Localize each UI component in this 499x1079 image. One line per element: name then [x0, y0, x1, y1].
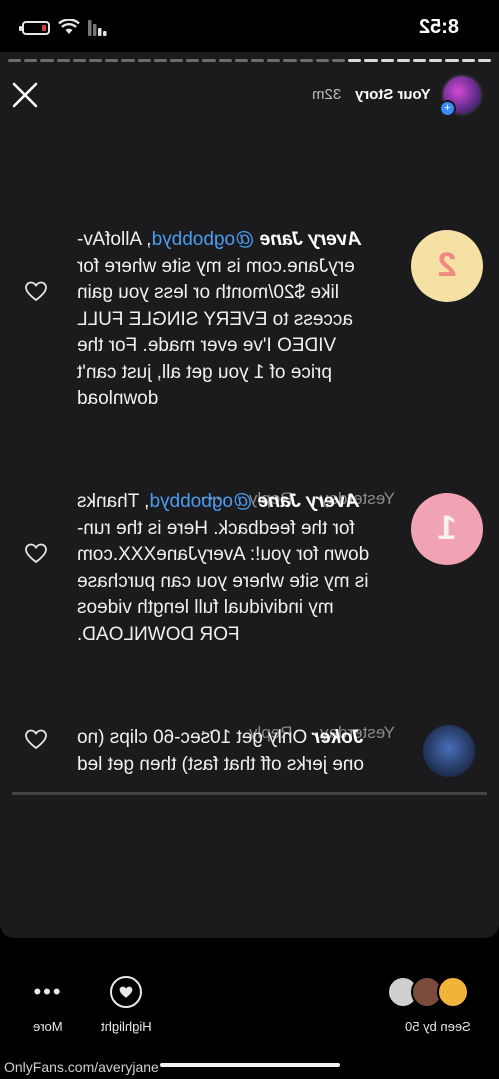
cell-signal-icon [88, 20, 107, 36]
wifi-icon [58, 19, 80, 34]
comment-body: , AllofAv- eryJane.com is my site where … [77, 229, 355, 409]
more-button[interactable]: ••• More [22, 980, 74, 1036]
footer: OnlyFans.com/averyjane [0, 1057, 499, 1079]
close-icon[interactable] [10, 80, 40, 110]
highlight-heart-icon [110, 976, 142, 1008]
comment-text: Joker Only get 10sec-60 clips (no one je… [77, 725, 395, 778]
story-age: 32m [312, 86, 342, 103]
viewer-avatars [387, 976, 471, 1008]
home-indicator[interactable] [160, 1063, 340, 1067]
seen-by-button[interactable]: Seen by 50 [387, 976, 471, 1036]
highlight-button[interactable]: Highlight [94, 976, 158, 1036]
story-card: 32m Your Story + 2 Avery Jane @ogbobbyd,… [0, 52, 499, 938]
story-avatar[interactable]: + [439, 74, 483, 117]
comment-item: Joker Only get 10sec-60 clips (no one je… [0, 725, 499, 787]
story-owner[interactable]: Your Story [355, 86, 431, 103]
heart-icon[interactable] [24, 542, 48, 564]
comment-author[interactable]: Avery Jane [258, 491, 359, 512]
comment-text: Avery Jane @ogbobbyd, Thanks for the fee… [77, 489, 395, 648]
more-icon: ••• [33, 979, 63, 1004]
battery-icon [19, 21, 50, 35]
status-time: 8:52 [418, 16, 459, 38]
comment-body: , Thanks for the feedback. Here is the r… [77, 491, 370, 645]
comment-mention[interactable]: @ogbobbyd [150, 491, 253, 512]
watermark-url: OnlyFans.com/averyjane [4, 1059, 159, 1075]
comment-mention[interactable]: @ogbobbyd [152, 229, 255, 250]
story-header: 32m Your Story [312, 86, 431, 103]
divider [12, 792, 487, 795]
highlight-label: Highlight [100, 1019, 152, 1034]
comment-avatar[interactable]: 1 [411, 493, 483, 565]
heart-icon[interactable] [24, 280, 48, 302]
comment-author[interactable]: Joker [313, 727, 364, 748]
comment-text: Avery Jane @ogbobbyd, AllofAv- eryJane.c… [77, 227, 395, 413]
viewer-avatar [437, 976, 469, 1008]
heart-icon[interactable] [24, 728, 48, 750]
comment-avatar[interactable]: 2 [411, 230, 483, 302]
seen-by-label: Seen by 50 [405, 1019, 471, 1034]
more-label: More [33, 1019, 63, 1034]
comment-avatar[interactable] [423, 725, 475, 777]
comment-author[interactable]: Avery Jane [260, 229, 361, 250]
add-story-icon[interactable]: + [439, 100, 456, 117]
status-bar: 8:52 [0, 0, 499, 52]
story-progress [8, 59, 492, 62]
story-bottom-bar: ••• More Highlight Seen by 50 [0, 960, 499, 1040]
